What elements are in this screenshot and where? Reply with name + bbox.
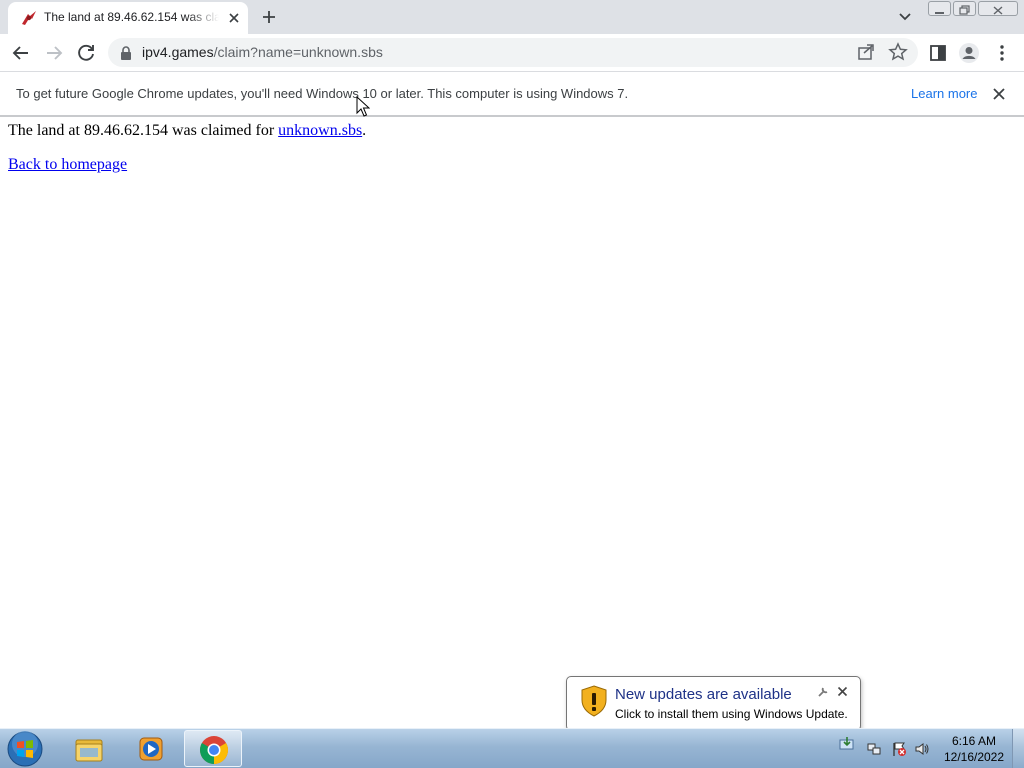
lock-icon[interactable] bbox=[120, 46, 132, 60]
folder-icon bbox=[75, 739, 103, 762]
clock-date: 12/16/2022 bbox=[943, 750, 1005, 764]
restore-icon bbox=[959, 5, 970, 15]
taskbar-media-player-button[interactable] bbox=[122, 730, 180, 767]
side-panel-icon[interactable] bbox=[927, 42, 949, 64]
taskbar-clock[interactable]: 6:16 AM 12/16/2022 bbox=[938, 733, 1010, 765]
notification-subtitle: Click to install them using Windows Upda… bbox=[615, 707, 848, 721]
volume-speaker-icon[interactable] bbox=[914, 741, 930, 757]
url-path: /claim?name=unknown.sbs bbox=[213, 44, 383, 60]
claim-name-link[interactable]: unknown.sbs bbox=[278, 122, 362, 139]
back-arrow-icon[interactable] bbox=[10, 42, 32, 64]
restore-button[interactable] bbox=[953, 1, 976, 16]
chevron-down-icon[interactable] bbox=[897, 10, 913, 24]
claim-text: The land at 89.46.62.154 was claimed for bbox=[8, 122, 279, 139]
close-window-button[interactable] bbox=[978, 1, 1018, 16]
warning-shield-icon bbox=[581, 685, 607, 717]
profile-avatar-icon[interactable] bbox=[958, 42, 980, 64]
back-line: Back to homepage bbox=[8, 156, 366, 174]
windows-taskbar: 6:16 AM 12/16/2022 bbox=[0, 728, 1024, 768]
windows-update-notification[interactable]: New updates are available Click to insta… bbox=[566, 676, 861, 745]
claim-suffix: . bbox=[362, 122, 367, 139]
claim-message: The land at 89.46.62.154 was claimed for… bbox=[8, 122, 366, 140]
url-host: ipv4.games bbox=[142, 44, 214, 60]
windows-support-infobar: To get future Google Chrome updates, you… bbox=[0, 72, 1024, 117]
media-player-icon bbox=[139, 737, 163, 761]
browser-toolbar: ipv4.games/claim?name=unknown.sbs bbox=[0, 34, 1024, 72]
back-to-homepage-link[interactable]: Back to homepage bbox=[8, 156, 127, 173]
infobar-message: To get future Google Chrome updates, you… bbox=[16, 86, 629, 101]
bookmark-star-icon[interactable] bbox=[888, 42, 908, 62]
share-icon[interactable] bbox=[856, 42, 876, 62]
page-content: The land at 89.46.62.154 was claimed for… bbox=[8, 122, 366, 174]
taskbar-chrome-button[interactable] bbox=[184, 730, 242, 767]
wrench-icon[interactable] bbox=[817, 686, 829, 698]
close-icon bbox=[993, 6, 1003, 15]
network-icon[interactable] bbox=[866, 741, 882, 757]
address-bar[interactable]: ipv4.games/claim?name=unknown.sbs bbox=[108, 38, 918, 67]
minimize-button[interactable] bbox=[928, 1, 951, 16]
show-desktop-button[interactable] bbox=[1012, 729, 1024, 768]
action-center-flag-icon[interactable] bbox=[891, 741, 907, 757]
mouse-cursor-icon bbox=[356, 96, 370, 117]
tab-strip: The land at 89.46.62.154 was claimed for… bbox=[0, 0, 1024, 34]
windows-start-orb-icon[interactable] bbox=[6, 730, 44, 768]
browser-tab[interactable]: The land at 89.46.62.154 was claimed for… bbox=[8, 2, 248, 34]
learn-more-link[interactable]: Learn more bbox=[911, 86, 977, 101]
reload-icon[interactable] bbox=[75, 42, 97, 64]
clock-time: 6:16 AM bbox=[951, 734, 997, 748]
plus-icon[interactable] bbox=[260, 8, 278, 26]
menu-dots-icon[interactable] bbox=[991, 42, 1013, 64]
tab-title: The land at 89.46.62.154 was claimed for… bbox=[44, 10, 219, 24]
windows-update-tray-icon[interactable] bbox=[838, 735, 856, 753]
close-icon[interactable] bbox=[837, 686, 848, 697]
close-tab-icon[interactable] bbox=[226, 10, 242, 26]
url-text[interactable]: ipv4.games/claim?name=unknown.sbs bbox=[142, 44, 383, 60]
notification-title: New updates are available bbox=[615, 686, 792, 703]
chrome-icon bbox=[200, 736, 228, 764]
ipv4-games-favicon-icon bbox=[22, 11, 36, 25]
minimize-icon bbox=[935, 12, 944, 14]
close-icon[interactable] bbox=[991, 86, 1007, 102]
taskbar-explorer-button[interactable] bbox=[60, 730, 118, 767]
forward-arrow-icon[interactable] bbox=[43, 42, 65, 64]
